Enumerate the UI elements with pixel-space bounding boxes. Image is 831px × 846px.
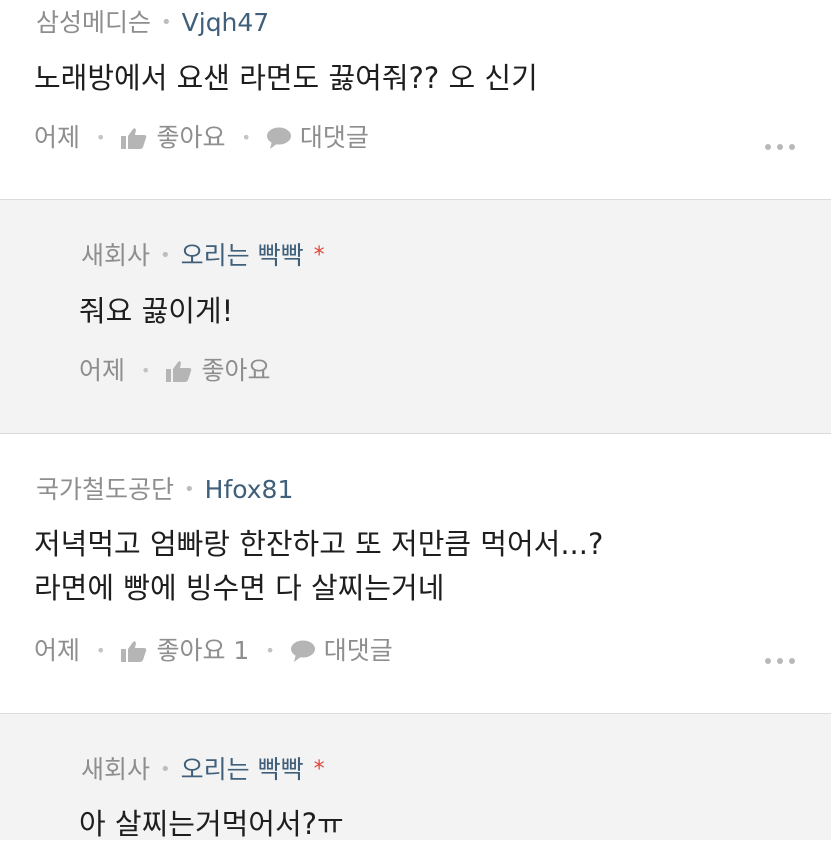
meta-separator: •	[161, 12, 172, 33]
nickname[interactable]: Vjqh47	[182, 8, 270, 38]
action-separator: •	[241, 128, 251, 147]
comment-text-line: 라면에 빵에 빙수면 다 살찌는거네	[34, 571, 445, 605]
comment-text: 줘요 끓이게!	[79, 289, 233, 333]
nickname[interactable]: 오리는 빡빡	[181, 755, 304, 785]
comment-time: 어제	[79, 356, 126, 385]
action-separator: •	[96, 128, 106, 147]
reply-label: 대댓글	[299, 123, 369, 152]
thumbs-up-icon	[121, 641, 147, 662]
comment-actions: 어제 • 좋아요 1 • 대댓글	[34, 636, 393, 666]
comment-time: 어제	[34, 636, 81, 665]
like-button[interactable]: 좋아요	[166, 356, 270, 386]
comment-meta: 새회사 • 오리는 빡빡 *	[81, 241, 325, 271]
comment-text-line: 줘요 끓이게!	[79, 294, 234, 328]
meta-separator: •	[160, 245, 171, 266]
like-label: 좋아요 1	[156, 636, 250, 665]
comment: 삼성메디슨 • Vjqh47 노래방에서 요샌 라면도 끓여줘?? 오 신기 어…	[0, 0, 831, 200]
reply-button[interactable]: 대댓글	[266, 123, 369, 153]
action-separator: •	[96, 641, 106, 660]
comment-actions: 어제 • 좋아요	[79, 356, 270, 386]
thumbs-up-icon	[166, 361, 192, 382]
comment-meta: 삼성메디슨 • Vjqh47	[36, 8, 269, 38]
comment-text: 아 살찌는거먹어서?ㅠ	[79, 802, 344, 846]
meta-separator: •	[184, 479, 195, 500]
company-name: 국가철도공단	[36, 475, 175, 504]
reply-comment: 새회사 • 오리는 빡빡 * 아 살찌는거먹어서?ㅠ	[0, 714, 831, 841]
thumbs-up-icon	[121, 128, 147, 149]
comment-text-line: 저녁먹고 엄빠랑 한잔하고 또 저만큼 먹어서...?	[34, 527, 604, 561]
comment-meta: 새회사 • 오리는 빡빡 *	[81, 755, 325, 785]
reply-comment: 새회사 • 오리는 빡빡 * 줘요 끓이게! 어제 • 좋아요	[0, 200, 831, 434]
meta-separator: •	[160, 759, 171, 780]
writer-badge: *	[313, 757, 325, 782]
nickname[interactable]: Hfox81	[205, 475, 294, 505]
company-name: 새회사	[81, 241, 151, 270]
comment-actions: 어제 • 좋아요 • 대댓글	[34, 123, 369, 153]
comment-text-line: 아 살찌는거먹어서?ㅠ	[79, 807, 344, 841]
company-name: 삼성메디슨	[36, 8, 152, 37]
action-separator: •	[265, 641, 275, 660]
more-dots-icon[interactable]	[765, 144, 795, 150]
like-label: 좋아요	[156, 123, 226, 152]
speech-bubble-icon	[266, 127, 291, 149]
more-dots-icon[interactable]	[765, 658, 795, 664]
like-button[interactable]: 좋아요 1	[121, 636, 249, 666]
nickname[interactable]: 오리는 빡빡	[181, 241, 304, 271]
like-button[interactable]: 좋아요	[121, 123, 225, 153]
company-name: 새회사	[81, 755, 151, 784]
reply-button[interactable]: 대댓글	[290, 636, 393, 666]
writer-badge: *	[313, 243, 325, 268]
action-separator: •	[141, 361, 151, 380]
reply-label: 대댓글	[323, 636, 393, 665]
like-label: 좋아요	[201, 356, 271, 385]
comment-text: 노래방에서 요샌 라면도 끓여줘?? 오 신기	[34, 56, 538, 100]
comment: 국가철도공단 • Hfox81 저녁먹고 엄빠랑 한잔하고 또 저만큼 먹어서.…	[0, 434, 831, 714]
comment-text-line: 노래방에서 요샌 라면도 끓여줘?? 오 신기	[34, 61, 538, 95]
comment-text: 저녁먹고 엄빠랑 한잔하고 또 저만큼 먹어서...? 라면에 빵에 빙수면 다…	[34, 522, 603, 610]
comment-meta: 국가철도공단 • Hfox81	[36, 475, 293, 505]
speech-bubble-icon	[290, 640, 315, 662]
comment-time: 어제	[34, 123, 81, 152]
